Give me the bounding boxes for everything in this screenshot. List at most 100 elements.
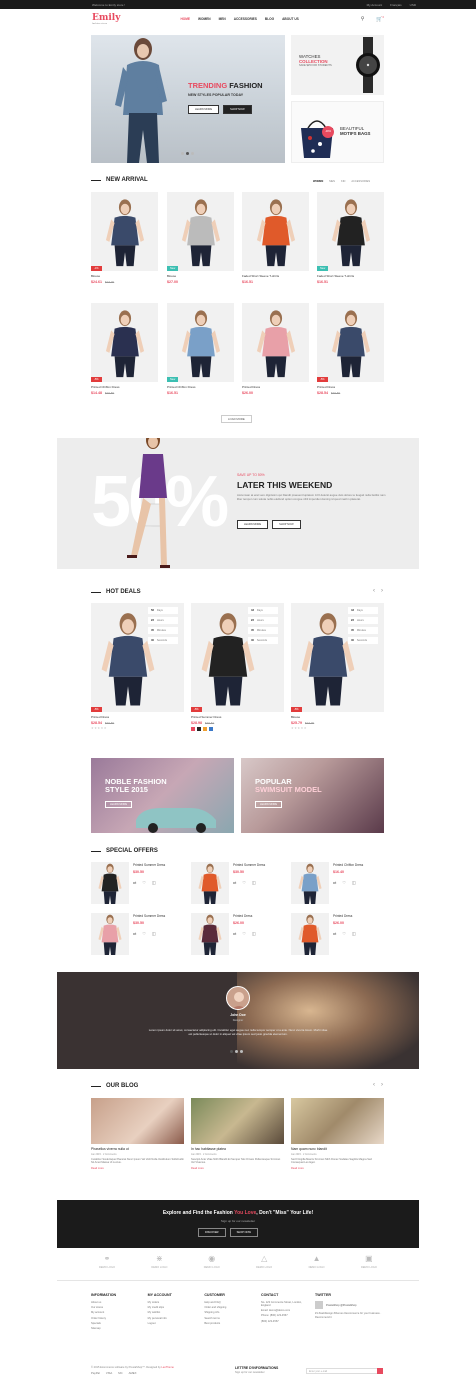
footer-link[interactable]: Shipping info	[204, 1311, 254, 1314]
product-name[interactable]: Printed Dress	[233, 914, 284, 918]
product-name[interactable]: Printed Dress	[91, 715, 184, 719]
tab-accessories[interactable]: ACCESSORIES	[351, 180, 370, 183]
special-image-frame[interactable]	[191, 862, 229, 904]
currency-select[interactable]: USD	[410, 3, 416, 7]
footer-link[interactable]: (800) 123-4567	[261, 1320, 311, 1323]
blog-post[interactable]: In hac habitasse platea Jan 2015 · 2 Comm…	[191, 1098, 284, 1170]
logo[interactable]: Emily fashion store	[92, 13, 120, 25]
special-image-frame[interactable]	[291, 862, 329, 904]
next-arrow-icon[interactable]: ›	[381, 1082, 383, 1088]
footer-link[interactable]: Email: demo@demo.com	[261, 1309, 311, 1312]
twitter-user[interactable]: PrestaShop @PrestaShop	[326, 1304, 356, 1307]
read-more-link[interactable]: Read more	[91, 1167, 184, 1170]
footer-link[interactable]: My account	[91, 1311, 141, 1314]
deal-image-frame[interactable]: 56 Days 22 Hours 45 Minutes 40 Seconds -5%	[91, 603, 184, 712]
compare-icon[interactable]: ⇄	[233, 880, 236, 885]
footer-link[interactable]: My credit slips	[148, 1306, 198, 1309]
product-image-frame[interactable]: New	[317, 192, 384, 271]
deal-card[interactable]: 43 Days 22 Hours 45 Minutes 40 Seconds -5% Printe…	[191, 603, 284, 731]
slide-dot[interactable]	[181, 152, 184, 155]
tab-kid[interactable]: KID	[341, 180, 345, 183]
nav-home[interactable]: HOME	[180, 17, 190, 21]
footer-link[interactable]: Our stores	[91, 1306, 141, 1309]
shop-now-button[interactable]: SHOP NOW	[229, 1228, 258, 1237]
footer-link[interactable]: Order and shipping	[204, 1306, 254, 1309]
swimsuit-learn-more-button[interactable]: LEARN MORE	[255, 801, 283, 808]
product-card[interactable]: New Faded Short Sleeve T-shirts $16.51	[317, 192, 384, 284]
footer-link[interactable]: Phone: (800) 123-4567	[261, 1314, 311, 1317]
footer-link[interactable]: About us	[91, 1301, 141, 1304]
compare-icon[interactable]: ⇄	[133, 880, 136, 885]
special-image-frame[interactable]	[291, 913, 329, 955]
footer-link[interactable]: Logout	[148, 1322, 198, 1325]
product-card[interactable]: New Blouse $27.00	[167, 192, 234, 284]
special-offer-card[interactable]: Printed Dress $26.00 ⇄ ♡ ◫	[291, 913, 384, 960]
product-name[interactable]: Faded Short Sleeve T-shirts	[242, 274, 309, 278]
search-icon[interactable]: ⚲	[361, 16, 365, 23]
wishlist-icon[interactable]: ♡	[142, 880, 146, 885]
blog-post-title[interactable]: In hac habitasse platea	[191, 1147, 284, 1151]
product-name[interactable]: Blouse	[91, 274, 158, 278]
footer-link[interactable]: My orders	[148, 1301, 198, 1304]
cart-icon[interactable]: ◫	[152, 880, 156, 885]
slide-dot[interactable]	[191, 152, 194, 155]
slide-dot[interactable]	[235, 1050, 238, 1053]
discover-button[interactable]: DISCOVER	[198, 1228, 226, 1237]
product-name[interactable]: Printed Dress	[242, 385, 309, 389]
special-offer-card[interactable]: Printed Chiffon Dress $16.40 ⇄ ♡ ◫	[291, 862, 384, 909]
brand-logo[interactable]: ⚭ DEMO LOGO	[99, 1250, 115, 1278]
blog-image[interactable]	[291, 1098, 384, 1144]
special-image-frame[interactable]	[191, 913, 229, 955]
cart-icon[interactable]: ◫	[352, 931, 356, 936]
newsletter-submit-button[interactable]	[377, 1368, 383, 1374]
slide-dot[interactable]	[240, 1050, 243, 1053]
product-image-frame[interactable]: -5%	[317, 303, 384, 382]
tab-women[interactable]: WOMEN	[313, 180, 323, 183]
wishlist-icon[interactable]: ♡	[242, 931, 246, 936]
wishlist-icon[interactable]: ♡	[342, 931, 346, 936]
product-name[interactable]: Blouse	[167, 274, 234, 278]
nav-blog[interactable]: BLOG	[265, 17, 274, 21]
copyright-link[interactable]: LeoTheme	[161, 1366, 173, 1369]
compare-icon[interactable]: ⇄	[133, 931, 136, 936]
product-name[interactable]: Printed Dress	[317, 385, 384, 389]
brand-logo[interactable]: ▲ DEMO LOGO	[309, 1250, 325, 1278]
product-name[interactable]: Printed Summer Dress	[133, 863, 184, 867]
product-image-frame[interactable]: -1%	[91, 192, 158, 271]
cart-icon[interactable]: ◫	[252, 931, 256, 936]
load-more-button[interactable]: LOAD MORE	[221, 415, 252, 423]
footer-link[interactable]: Best products	[204, 1322, 254, 1325]
special-offer-card[interactable]: Printed Dress $26.00 ⇄ ♡ ◫	[191, 913, 284, 960]
nav-men[interactable]: MEN	[219, 17, 226, 21]
watches-banner[interactable]: WATCHES COLLECTION SAVE $25 FOR STUDENTS	[291, 35, 384, 95]
hero-slider[interactable]: TRENDING FASHION NEW STYLES POPULAR TODA…	[91, 35, 285, 163]
deal-image-frame[interactable]: 43 Days 22 Hours 45 Minutes 40 Seconds -5%	[191, 603, 284, 712]
product-name[interactable]: Printed Summer Dress	[133, 914, 184, 918]
product-card[interactable]: -1% Blouse $24.61 $27.00	[91, 192, 158, 284]
blog-post[interactable]: Phasellus viverra nulla ut Jan 2015 · 2 C…	[91, 1098, 184, 1170]
product-image-frame[interactable]: New	[167, 303, 234, 382]
blog-image[interactable]	[91, 1098, 184, 1144]
prev-arrow-icon[interactable]: ‹	[373, 588, 375, 594]
product-name[interactable]: Printed Chiffon Dress	[333, 863, 384, 867]
blog-post-title[interactable]: Nam quam nunc blandit	[291, 1147, 384, 1151]
language-select[interactable]: Français	[390, 3, 402, 7]
slide-dot[interactable]	[230, 1050, 233, 1053]
compare-icon[interactable]: ⇄	[233, 931, 236, 936]
blog-post-title[interactable]: Phasellus viverra nulla ut	[91, 1147, 184, 1151]
footer-link[interactable]: Order history	[91, 1317, 141, 1320]
product-name[interactable]: Printed Dress	[333, 914, 384, 918]
read-more-link[interactable]: Read more	[191, 1167, 284, 1170]
next-arrow-icon[interactable]: ›	[381, 588, 383, 594]
newsletter-email-input[interactable]: Enter your e-mail	[306, 1368, 378, 1374]
product-name[interactable]: Printed Chiffon Dress	[167, 385, 234, 389]
product-image-frame[interactable]: New	[167, 192, 234, 271]
special-image-frame[interactable]	[91, 862, 129, 904]
read-more-link[interactable]: Read more	[291, 1167, 384, 1170]
product-card[interactable]: -5% Printed Chiffon Dress $14.48 $20.50	[91, 303, 158, 395]
brand-logo[interactable]: ▣ DEMO LOGO	[361, 1250, 377, 1278]
bags-banner[interactable]: -30% BEAUTIFUL MOTIFS BAGS	[291, 101, 384, 163]
nav-women[interactable]: WOMEN	[198, 17, 211, 21]
brand-logo[interactable]: △ DEMO LOGO	[256, 1250, 272, 1278]
brand-logo[interactable]: ◉ DEMO LOGO	[204, 1250, 220, 1278]
